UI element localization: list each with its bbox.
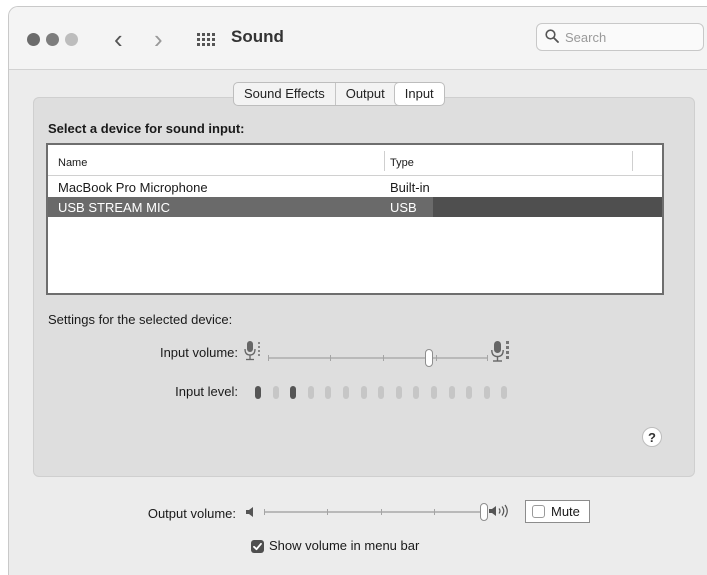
- show-volume-checkbox[interactable]: [251, 540, 264, 553]
- table-row-selected[interactable]: USB STREAM MIC USB: [48, 197, 662, 217]
- input-device-table[interactable]: Name Type MacBook Pro Microphone Built-i…: [46, 143, 664, 295]
- help-button[interactable]: ?: [642, 427, 662, 447]
- slider-tick: [487, 355, 488, 361]
- column-header-name[interactable]: Name: [58, 157, 87, 169]
- slider-tick: [327, 509, 328, 515]
- device-name: MacBook Pro Microphone: [58, 180, 208, 195]
- zoom-window-button[interactable]: [65, 33, 78, 46]
- level-segment: [501, 386, 507, 399]
- input-volume-knob[interactable]: [425, 349, 433, 367]
- tab-sound-effects[interactable]: Sound Effects: [234, 83, 336, 105]
- window-title: Sound: [231, 27, 284, 46]
- device-settings-heading: Settings for the selected device:: [48, 312, 233, 327]
- level-segment: [343, 386, 349, 399]
- level-segment: [449, 386, 455, 399]
- minimize-window-button[interactable]: [46, 33, 59, 46]
- tab-bar: Sound Effects Output Input: [233, 82, 445, 106]
- level-segment: [255, 386, 261, 399]
- input-level-label: Input level:: [175, 384, 238, 399]
- level-segment: [431, 386, 437, 399]
- microphone-low-icon: [244, 340, 262, 367]
- show-volume-label[interactable]: Show volume in menu bar: [269, 538, 419, 553]
- slider-tick: [383, 355, 384, 361]
- search-field[interactable]: [536, 23, 704, 51]
- level-segment: [308, 386, 314, 399]
- slider-tick: [436, 355, 437, 361]
- table-row[interactable]: MacBook Pro Microphone Built-in: [48, 177, 662, 197]
- level-segment: [361, 386, 367, 399]
- level-segment: [413, 386, 419, 399]
- close-window-button[interactable]: [27, 33, 40, 46]
- device-type: Built-in: [390, 180, 430, 195]
- speaker-high-icon: [488, 504, 510, 523]
- title-bar: ‹ › Sound: [9, 7, 707, 70]
- speaker-low-icon: [245, 505, 257, 523]
- grid-icon[interactable]: [197, 33, 215, 47]
- slider-tick: [381, 509, 382, 515]
- level-segment: [325, 386, 331, 399]
- forward-arrow-icon[interactable]: ›: [154, 24, 163, 54]
- column-header-type[interactable]: Type: [390, 157, 414, 169]
- checkmark-icon: [253, 542, 262, 551]
- input-volume-track: [268, 357, 488, 359]
- level-segment: [290, 386, 296, 399]
- device-list-heading: Select a device for sound input:: [48, 121, 245, 136]
- slider-tick: [330, 355, 331, 361]
- level-segment: [396, 386, 402, 399]
- slider-tick: [264, 509, 265, 515]
- mute-label: Mute: [551, 504, 580, 519]
- tab-output[interactable]: Output: [336, 83, 395, 105]
- level-segment: [484, 386, 490, 399]
- microphone-high-icon: [491, 340, 511, 369]
- device-name: USB STREAM MIC: [58, 200, 170, 215]
- mute-checkbox[interactable]: Mute: [525, 500, 590, 523]
- back-arrow-icon[interactable]: ‹: [114, 24, 123, 54]
- level-segment: [378, 386, 384, 399]
- slider-tick: [268, 355, 269, 361]
- column-divider: [384, 151, 385, 171]
- output-volume-label: Output volume:: [147, 506, 236, 521]
- output-volume-knob[interactable]: [480, 503, 488, 521]
- device-type: USB: [390, 200, 417, 215]
- level-segment: [273, 386, 279, 399]
- table-header: Name Type: [48, 145, 662, 176]
- mute-checkbox-box[interactable]: [532, 505, 545, 518]
- level-segment: [466, 386, 472, 399]
- search-input[interactable]: [565, 28, 695, 46]
- output-volume-track: [264, 511, 484, 513]
- slider-tick: [434, 509, 435, 515]
- column-divider: [632, 151, 633, 171]
- search-icon: [545, 29, 559, 48]
- input-volume-label: Input volume:: [159, 345, 238, 360]
- tab-input[interactable]: Input: [394, 83, 444, 105]
